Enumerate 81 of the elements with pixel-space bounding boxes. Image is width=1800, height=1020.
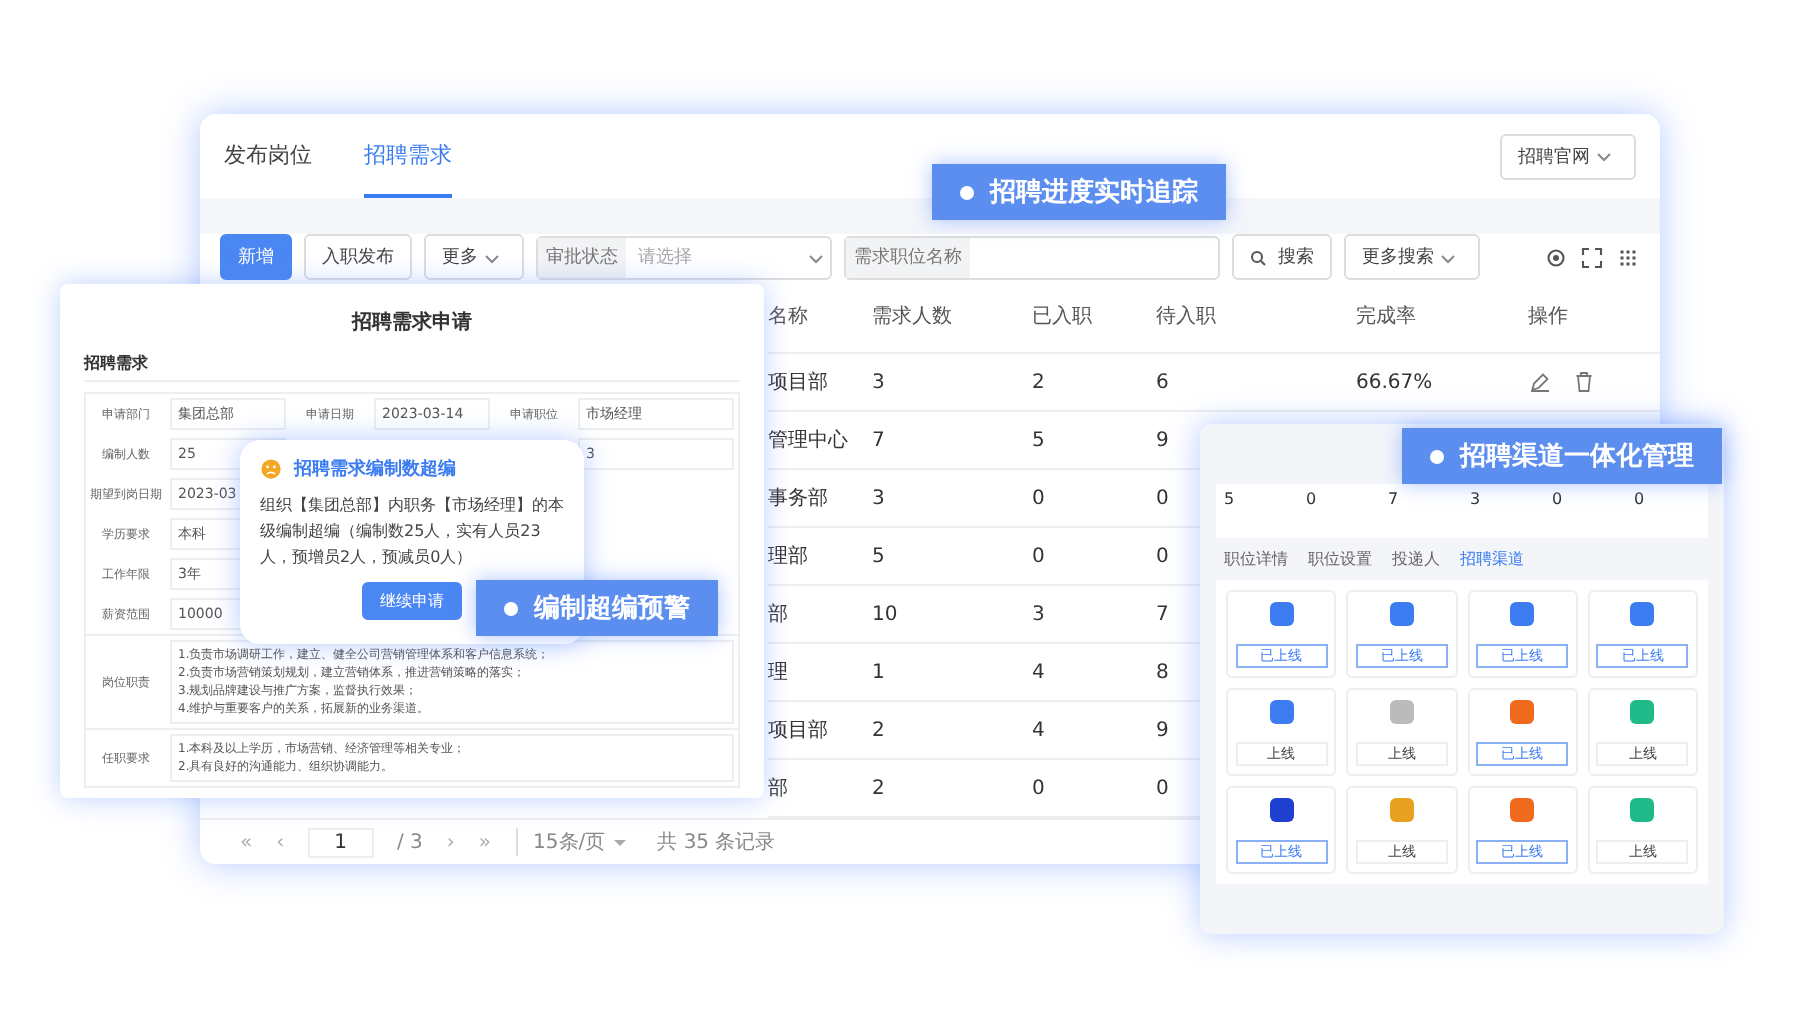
callout-label: 招聘进度实时追踪 [932,164,1226,220]
table-cell: 0 [1032,545,1045,567]
column-header: 操作 [1528,306,1568,328]
table-cell: 0 [1156,487,1169,509]
column-header: 名称 [768,306,808,328]
search-icon [1250,249,1266,265]
stat-value: 0 [1634,490,1645,508]
table-cell: 10 [872,603,898,625]
table-cell: 事务部 [768,488,828,510]
tab[interactable]: 投递人 [1392,548,1440,570]
caret-icon [484,249,500,265]
table-cell: 5 [872,545,885,567]
section-title: 招聘需求 [84,354,148,372]
table-cell: 9 [1156,719,1169,741]
table-cell: 2 [872,719,885,741]
page-count: / 3 [397,831,423,853]
publish-button[interactable]: 入职发布 [304,234,412,280]
column-header: 待入职 [1156,306,1216,328]
warning-title: 招聘需求编制数超编 [294,456,456,482]
more-button[interactable]: 更多 [424,234,524,280]
table-cell: 1 [872,661,885,683]
callout-label: 编制超编预警 [476,580,718,636]
table-cell: 4 [1032,661,1045,683]
total-records: 共 35 条记录 [657,829,776,856]
table-cell: 8 [1156,661,1169,683]
add-button[interactable]: 新增 [220,234,292,280]
table-cell: 7 [1156,603,1169,625]
table-cell: 66.67% [1356,371,1433,393]
table-cell: 部 [768,604,788,626]
table-cell: 0 [1032,777,1045,799]
stat-value: 7 [1388,490,1399,508]
stat-value: 3 [1470,490,1481,508]
sad-face-icon [260,458,282,480]
tab[interactable]: 职位设置 [1308,548,1372,570]
site-dropdown[interactable]: 招聘官网 [1500,133,1636,179]
stat-value: 0 [1552,490,1563,508]
caret-icon [1440,249,1456,265]
table-cell: 3 [872,487,885,509]
dialog-title: 招聘需求申请 [349,309,474,336]
table-cell: 3 [872,371,885,393]
table-cell: 0 [1156,545,1169,567]
column-header: 需求人数 [872,306,952,328]
stat-value: 5 [1224,490,1235,508]
grid-icon[interactable] [1616,245,1640,269]
table-cell: 理部 [768,546,808,568]
caret-icon [611,834,628,850]
table-cell: 管理中心 [768,430,848,452]
column-header: 已入职 [1032,306,1092,328]
table-cell: 理 [768,662,788,684]
table-cell: 9 [1156,429,1169,451]
table-cell: 项目部 [768,720,828,742]
delete-icon[interactable] [1572,370,1596,394]
table-cell: 2 [1032,371,1045,393]
fullscreen-icon[interactable] [1580,245,1604,269]
more-search-button[interactable]: 更多搜索 [1344,234,1480,280]
tab[interactable]: 发布岗位 [224,114,312,198]
table-cell: 3 [1032,603,1045,625]
table-cell: 5 [1032,429,1045,451]
page-size-select[interactable]: 15条/页 [515,828,634,856]
tab[interactable]: 招聘渠道 [1460,548,1524,570]
edit-icon[interactable] [1528,370,1552,394]
callout-label: 招聘渠道一体化管理 [1402,428,1722,484]
table-cell: 项目部 [768,372,828,394]
column-header: 完成率 [1356,306,1416,328]
status-select[interactable]: 审批状态 请选择 [536,235,832,279]
caret-icon [808,249,824,265]
table-cell: 0 [1032,487,1045,509]
table-cell: 2 [872,777,885,799]
page-field[interactable]: 1 [308,827,373,857]
table-cell: 6 [1156,371,1169,393]
position-name-field[interactable]: 需求职位名称 [844,235,1220,279]
tab[interactable]: 招聘需求 [364,114,452,198]
table-cell: 0 [1156,777,1169,799]
table-cell: 部 [768,778,788,800]
table-cell: 4 [1032,719,1045,741]
settings-icon[interactable] [1544,245,1568,269]
stat-value: 0 [1306,490,1317,508]
caret-icon [1596,148,1612,164]
tab[interactable]: 职位详情 [1224,548,1288,570]
search-button[interactable]: 搜索 [1232,234,1332,280]
table-cell: 7 [872,429,885,451]
